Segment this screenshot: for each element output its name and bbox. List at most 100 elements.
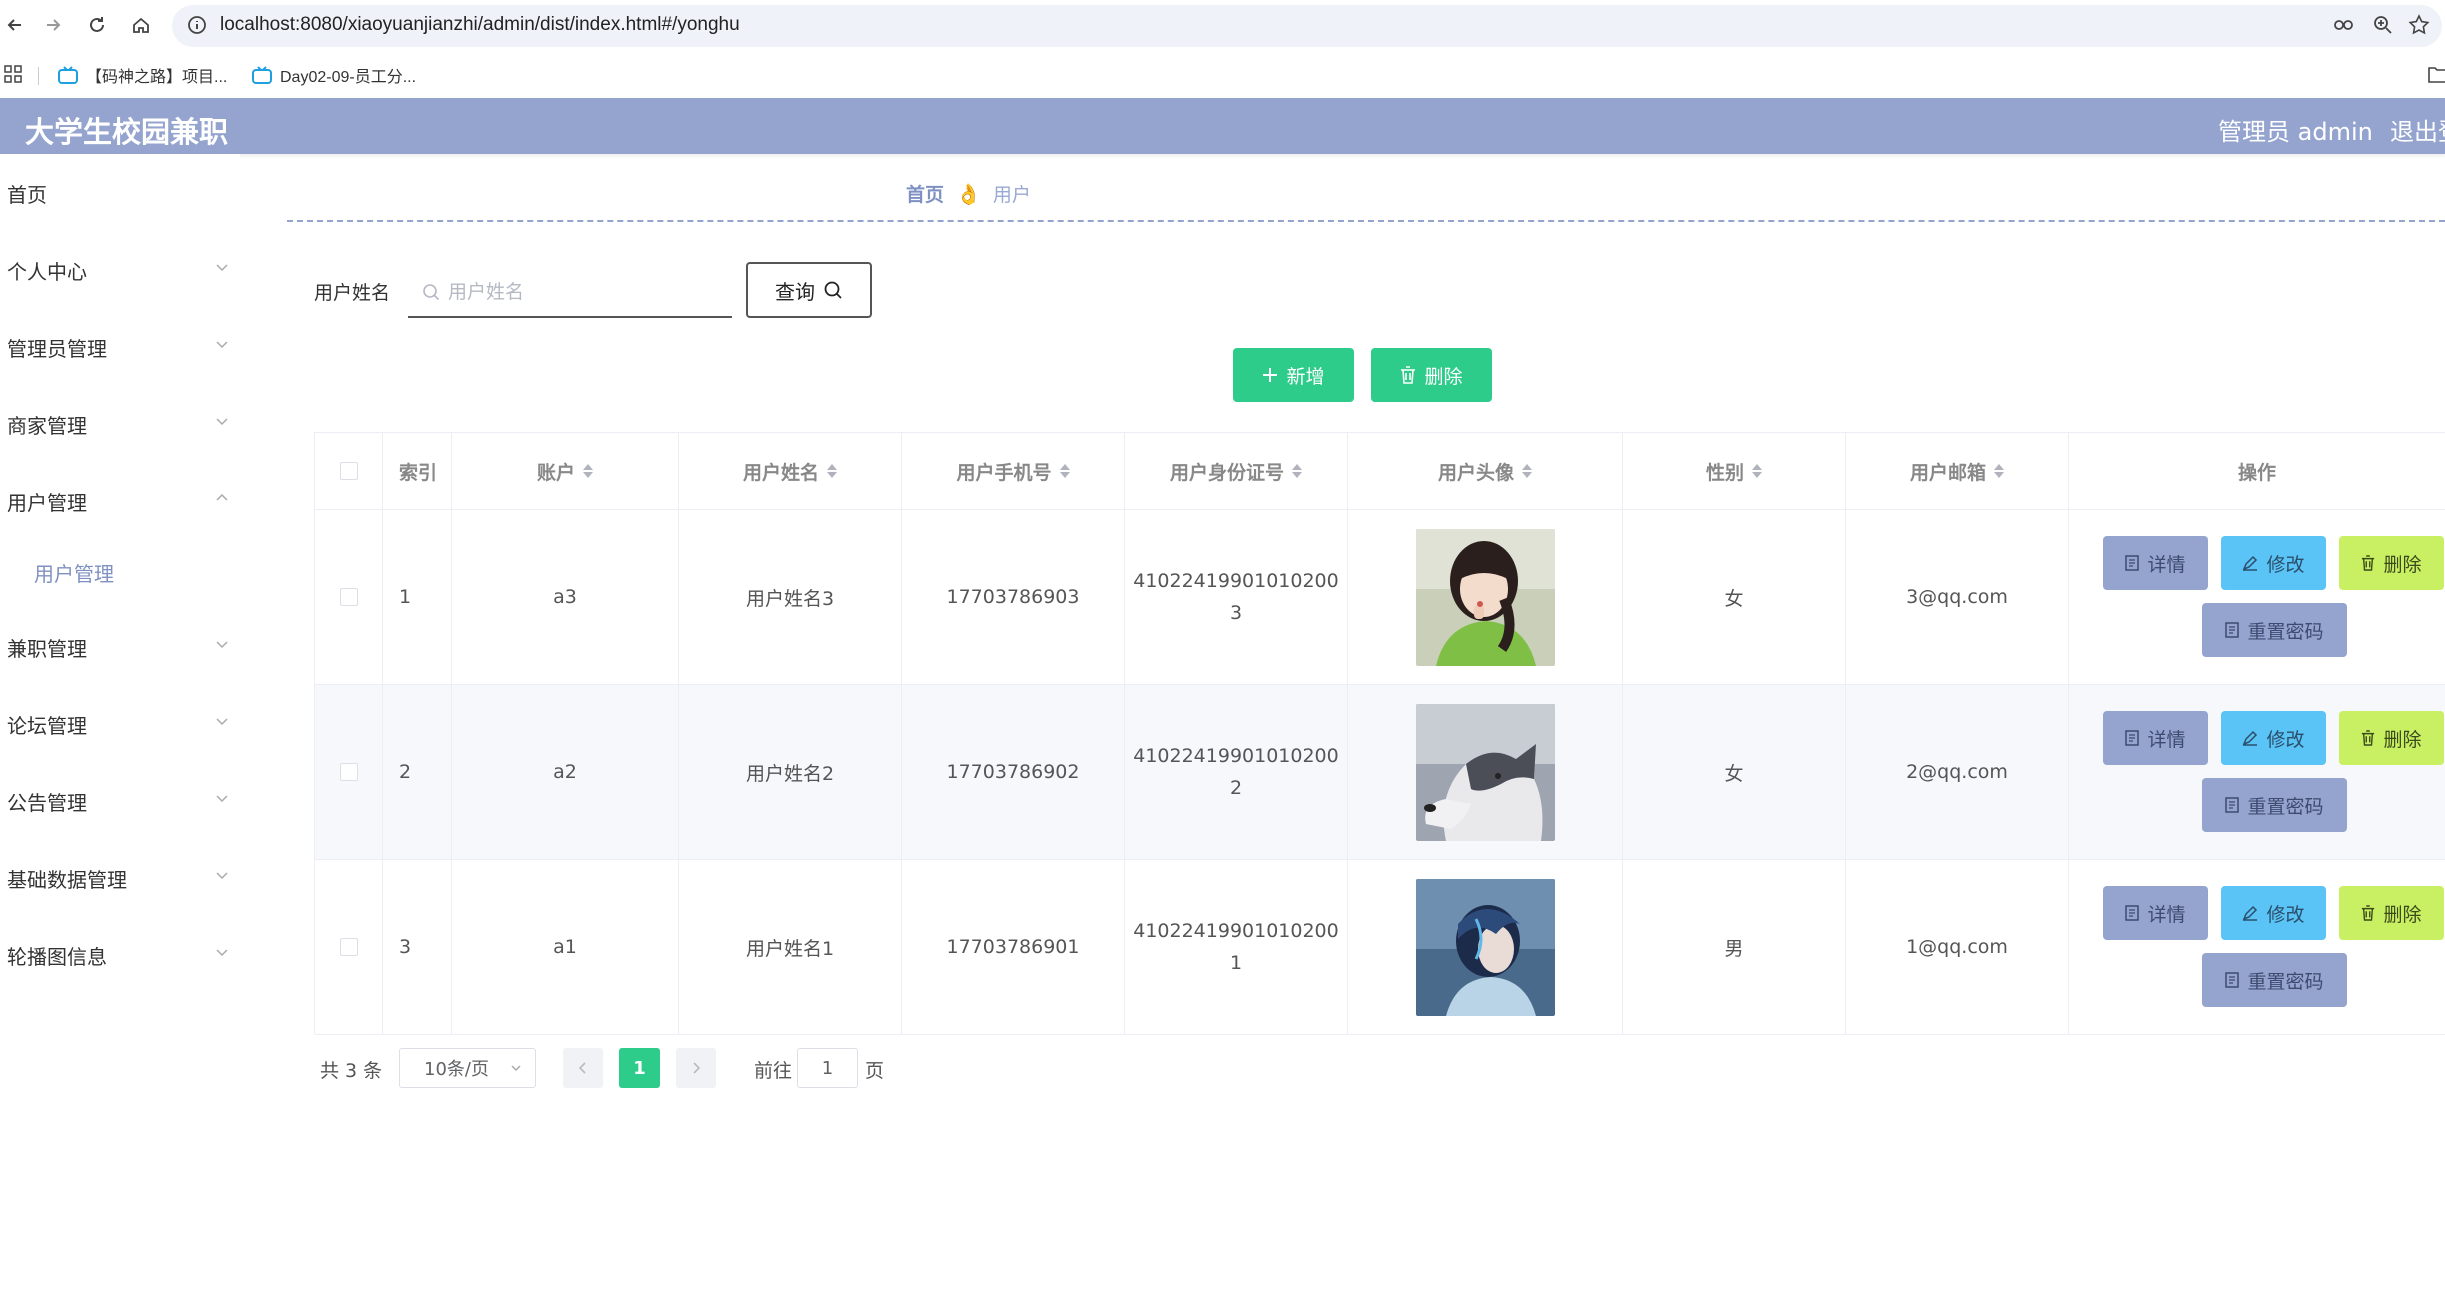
operations-cell: 详情 修改 删除 重置密码 — [2069, 685, 2445, 859]
sort-icon[interactable] — [827, 463, 837, 479]
add-button[interactable]: 新增 — [1233, 348, 1354, 402]
sidebar-item-merchant-management[interactable]: 商家管理 — [0, 399, 240, 449]
sort-icon[interactable] — [583, 463, 593, 479]
page-size-select[interactable]: 10条/页 — [399, 1048, 536, 1088]
header-select-all — [315, 433, 383, 509]
delete-button[interactable]: 删除 — [2339, 711, 2444, 765]
sidebar-item-user-management[interactable]: 用户管理 — [0, 476, 240, 526]
bilibili-icon — [58, 66, 78, 84]
page-suffix: 页 — [865, 1060, 885, 1082]
sort-icon[interactable] — [1994, 463, 2004, 479]
row-checkbox[interactable] — [339, 588, 358, 606]
sidebar-item-carousel-info[interactable]: 轮播图信息 — [0, 930, 240, 980]
forward-icon[interactable] — [38, 10, 68, 40]
sort-icon[interactable] — [1752, 463, 1762, 479]
search-field — [408, 266, 732, 318]
sidebar-item-parttime-management[interactable]: 兼职管理 — [0, 622, 240, 672]
phone-cell: 17703786902 — [902, 685, 1125, 859]
sort-icon[interactable] — [1292, 463, 1302, 479]
sidebar-item-notice-management[interactable]: 公告管理 — [0, 776, 240, 826]
breadcrumb-home[interactable]: 首页 — [906, 180, 944, 207]
batch-delete-button[interactable]: 删除 — [1371, 348, 1492, 402]
header-id-number[interactable]: 用户身份证号 — [1125, 433, 1348, 509]
header-phone[interactable]: 用户手机号 — [902, 433, 1125, 509]
sort-icon[interactable] — [1059, 463, 1070, 479]
logout-link[interactable]: 退出登 — [2390, 112, 2445, 147]
gender-cell: 女 — [1623, 510, 1846, 684]
avatar[interactable] — [1415, 528, 1555, 666]
address-bar[interactable]: localhost:8080/xiaoyuanjianzhi/admin/dis… — [172, 5, 2442, 47]
browser-toolbar: localhost:8080/xiaoyuanjianzhi/admin/dis… — [0, 0, 2445, 52]
back-icon[interactable] — [0, 10, 30, 40]
account-cell: a1 — [452, 860, 679, 1034]
detail-button[interactable]: 详情 — [2103, 711, 2208, 765]
bookmark-star-icon[interactable] — [2408, 14, 2430, 40]
edit-button[interactable]: 修改 — [2221, 711, 2326, 765]
table-row: 3 a1 用户姓名1 17703786901 41022419901010200… — [315, 860, 2445, 1035]
edit-button[interactable]: 修改 — [2221, 536, 2326, 590]
operations-cell: 详情 修改 删除 重置密码 — [2069, 510, 2445, 684]
search-input[interactable] — [448, 276, 718, 308]
trash-icon — [2362, 730, 2375, 746]
edit-button[interactable]: 修改 — [2221, 886, 2326, 940]
sidebar-subitem-user-management[interactable]: 用户管理 — [0, 547, 240, 597]
password-key-icon[interactable] — [2332, 14, 2356, 40]
avatar-cell — [1348, 685, 1623, 859]
detail-button[interactable]: 详情 — [2103, 886, 2208, 940]
avatar[interactable] — [1415, 703, 1555, 841]
reload-icon[interactable] — [82, 10, 112, 40]
sidebar-item-basic-data-management[interactable]: 基础数据管理 — [0, 853, 240, 903]
app-title: 大学生校园兼职 — [25, 115, 229, 149]
apps-grid-icon[interactable] — [4, 65, 22, 87]
sort-icon[interactable] — [1522, 463, 1532, 479]
row-checkbox[interactable] — [339, 938, 358, 956]
bookmark-2[interactable]: Day02-09-员工分... — [252, 63, 416, 87]
document-icon — [2125, 730, 2140, 746]
site-info-icon[interactable] — [186, 14, 208, 40]
reset-password-button[interactable]: 重置密码 — [2202, 778, 2347, 832]
chevron-down-icon — [216, 341, 228, 349]
sidebar-item-forum-management[interactable]: 论坛管理 — [0, 699, 240, 749]
chevron-down-icon — [216, 795, 228, 803]
bookmarks-bar: 【码神之路】项目... Day02-09-员工分... — [0, 52, 2445, 98]
delete-button[interactable]: 删除 — [2339, 886, 2444, 940]
folder-icon[interactable] — [2428, 64, 2445, 88]
header-avatar[interactable]: 用户头像 — [1348, 433, 1623, 509]
id-number-cell: 41022419901010200 1 — [1125, 860, 1348, 1034]
header-account[interactable]: 账户 — [452, 433, 679, 509]
header-email[interactable]: 用户邮箱 — [1846, 433, 2069, 509]
chevron-down-icon — [216, 264, 228, 272]
next-page-button[interactable] — [676, 1048, 716, 1088]
detail-button[interactable]: 详情 — [2103, 536, 2208, 590]
avatar[interactable] — [1415, 878, 1555, 1016]
query-button[interactable]: 查询 — [746, 262, 872, 318]
reset-password-button[interactable]: 重置密码 — [2202, 603, 2347, 657]
row-checkbox[interactable] — [339, 763, 358, 781]
sidebar-item-personal-center[interactable]: 个人中心 — [0, 245, 240, 295]
avatar-cell — [1348, 860, 1623, 1034]
prev-page-button[interactable] — [563, 1048, 603, 1088]
page-number-current[interactable]: 1 — [619, 1048, 660, 1088]
sidebar-item-admin-management[interactable]: 管理员管理 — [0, 322, 240, 372]
header-user-name[interactable]: 用户姓名 — [679, 433, 902, 509]
bookmarks-separator — [38, 67, 39, 85]
bookmark-1[interactable]: 【码神之路】项目... — [58, 63, 227, 87]
email-cell: 3@qq.com — [1846, 510, 2069, 684]
sidebar-item-home[interactable]: 首页 — [0, 168, 240, 218]
avatar-cell — [1348, 510, 1623, 684]
hand-ok-icon: 👌 — [956, 181, 981, 206]
chevron-down-icon — [216, 418, 228, 426]
goto-label: 前往 — [754, 1060, 793, 1082]
goto-page-input[interactable] — [797, 1048, 858, 1088]
reset-password-button[interactable]: 重置密码 — [2202, 953, 2347, 1007]
user-name-cell: 用户姓名2 — [679, 685, 902, 859]
header-gender[interactable]: 性别 — [1623, 433, 1846, 509]
document-icon — [2225, 797, 2240, 813]
user-table: 索引 账户 用户姓名 用户手机号 用户身份证号 用户头像 性别 用户邮箱 操作 … — [314, 432, 2445, 1035]
home-icon[interactable] — [126, 10, 156, 40]
url-text[interactable]: localhost:8080/xiaoyuanjianzhi/admin/dis… — [220, 14, 740, 36]
select-all-checkbox[interactable] — [339, 462, 358, 480]
delete-button[interactable]: 删除 — [2339, 536, 2444, 590]
zoom-icon[interactable] — [2372, 14, 2394, 40]
breadcrumb: 首页 👌 用户 — [906, 180, 1031, 207]
